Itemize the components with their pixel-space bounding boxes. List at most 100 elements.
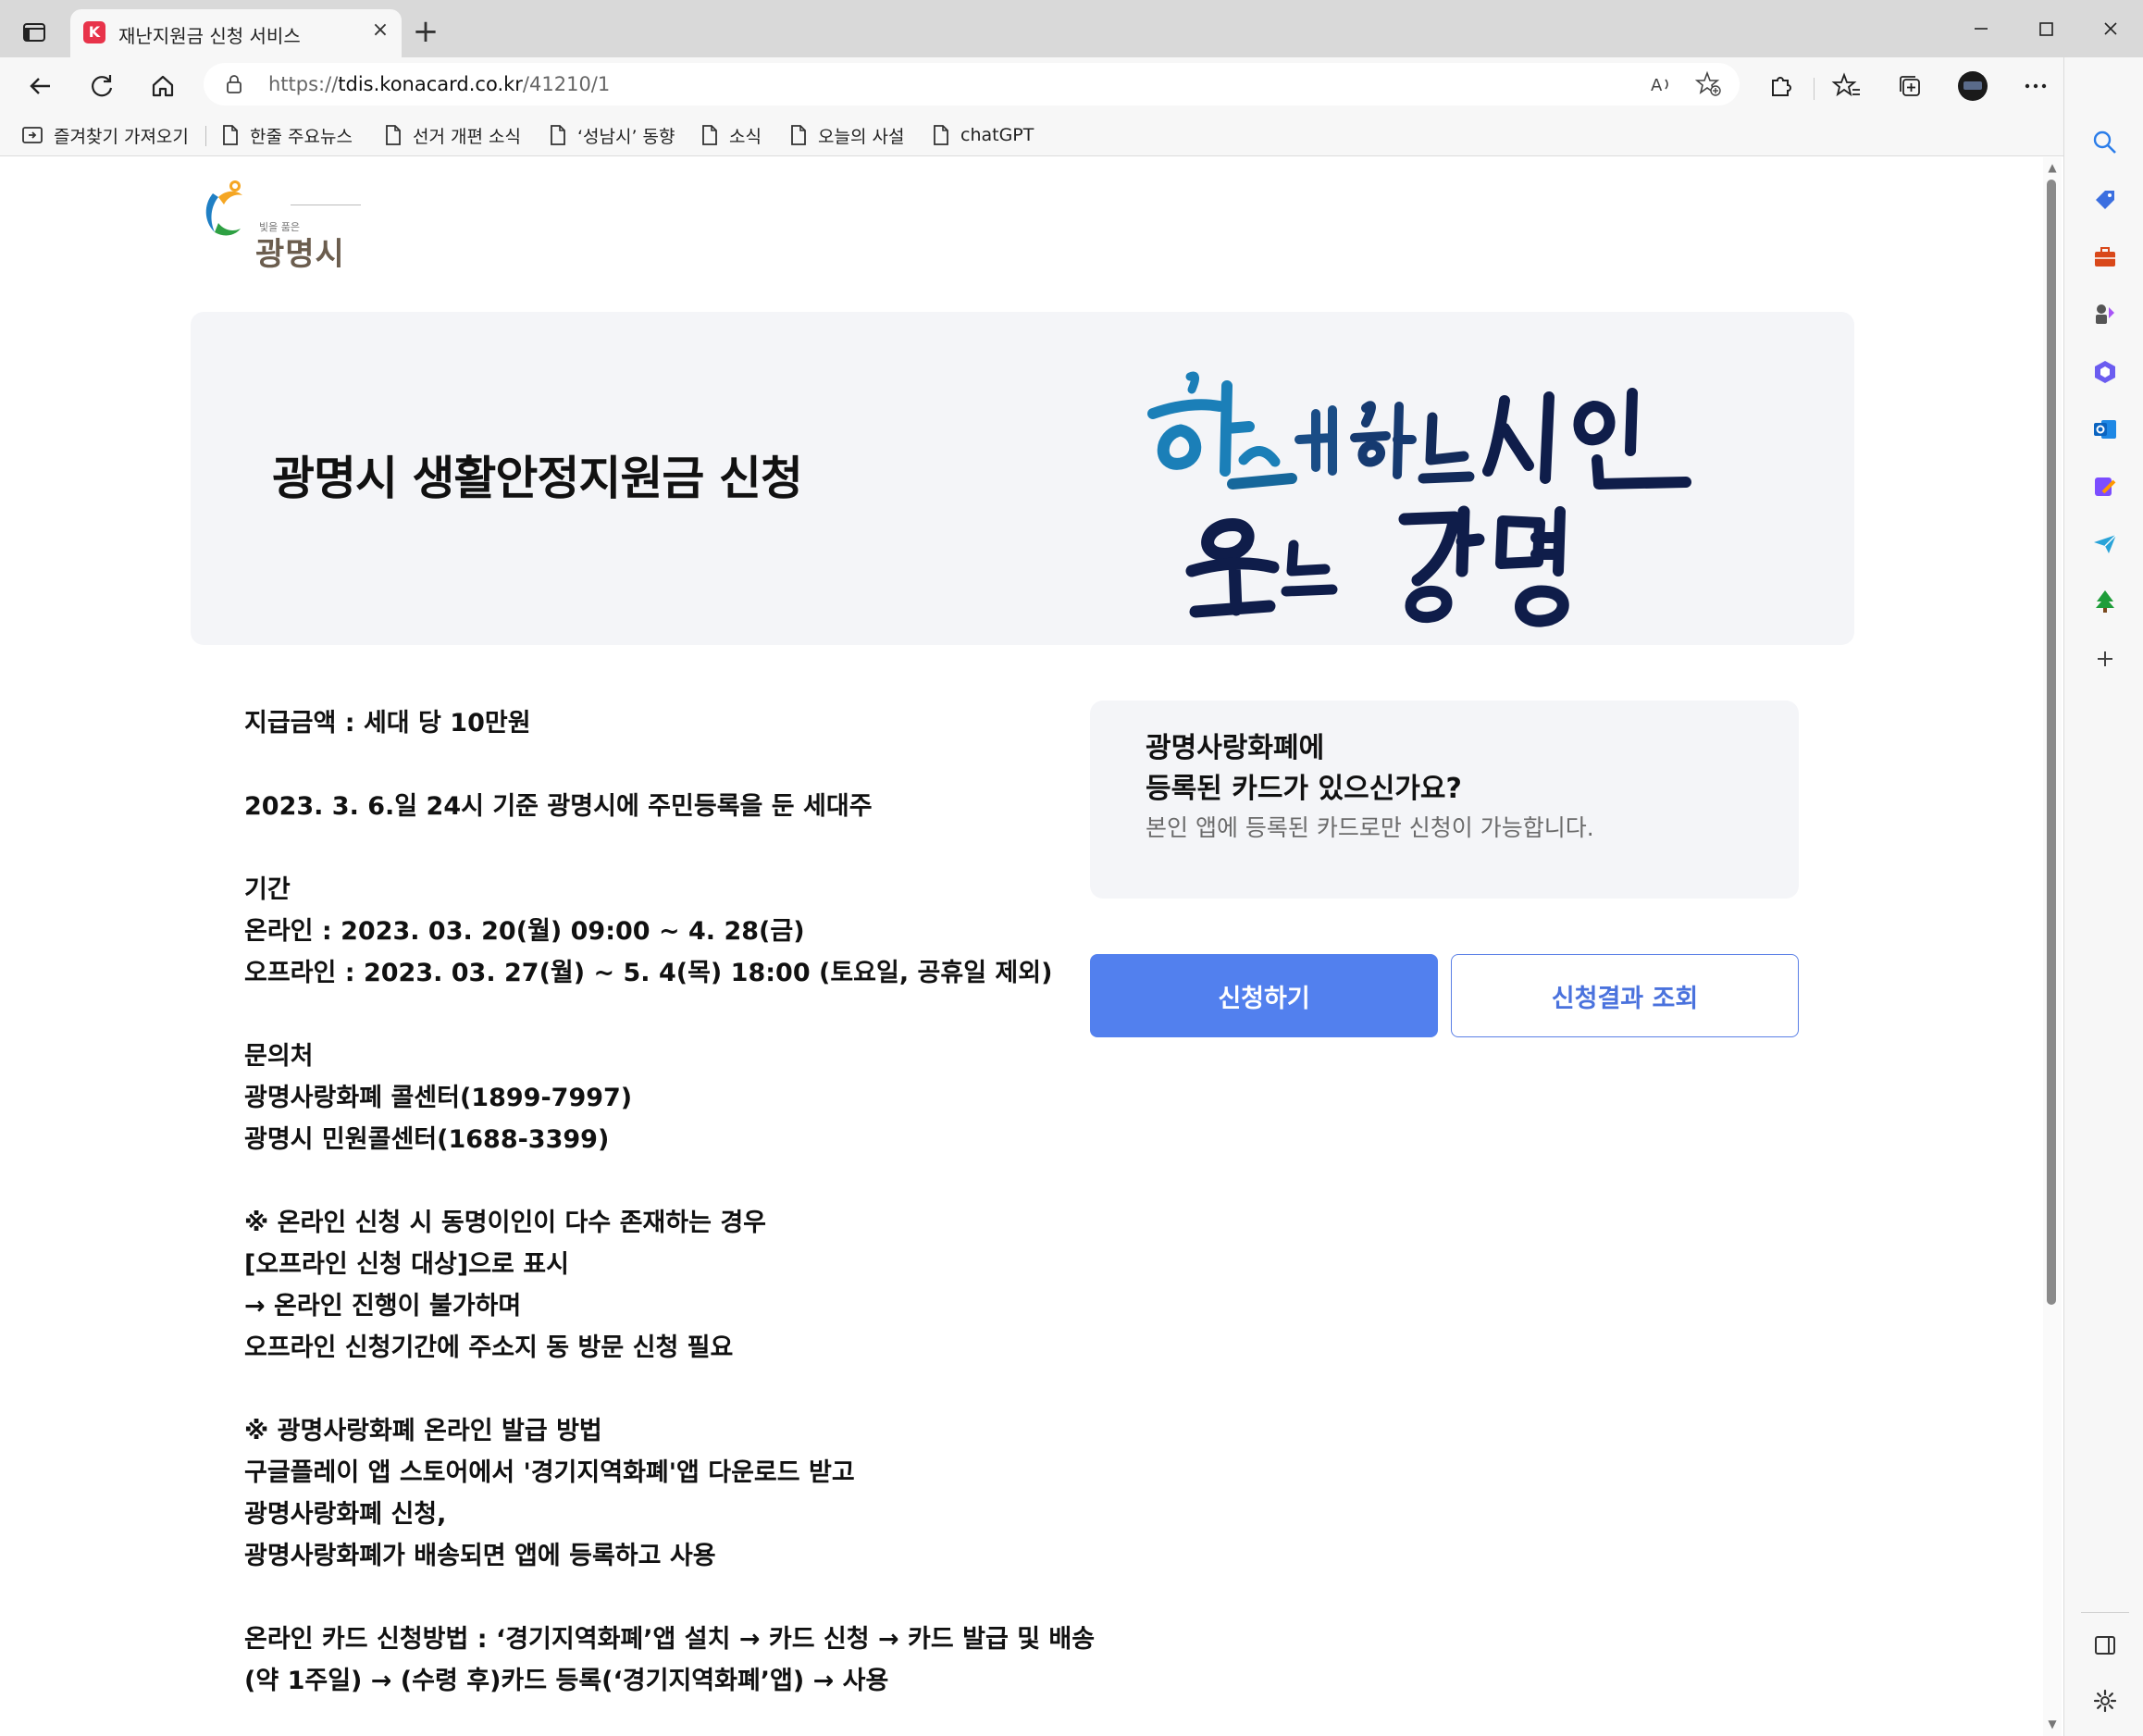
new-tab-button[interactable]: +: [407, 15, 444, 52]
url-text[interactable]: https://tdis.konacard.co.kr/41210/1: [268, 73, 610, 95]
page-icon: [220, 123, 241, 147]
close-tab-icon[interactable]: ×: [366, 17, 394, 44]
bookmark-import-favorites[interactable]: 즐겨찾기 가져오기: [20, 115, 189, 155]
import-favorites-icon: [20, 123, 44, 147]
card-note: 본인 앱에 등록된 카드로만 신청이 가능합니다.: [1146, 814, 1594, 841]
shopping-tag-icon[interactable]: [2090, 185, 2120, 215]
page-title: 광명시 생활안정지원금 신청: [272, 452, 803, 505]
add-sidebar-app-icon[interactable]: [2090, 644, 2120, 674]
lock-icon[interactable]: [222, 72, 246, 96]
bookmark-label: ‘성남시’ 동향: [577, 126, 675, 147]
calligraphy-slogan-image: [1134, 349, 1708, 636]
check-result-button[interactable]: 신청결과 조회: [1451, 954, 1799, 1037]
browser-tab[interactable]: K 재난지원금 신청 서비스 ×: [70, 9, 402, 57]
settings-gear-icon[interactable]: [2090, 1686, 2120, 1716]
bookmark-item[interactable]: ‘성남시’ 동향: [548, 115, 675, 155]
bookmark-label: 소식: [729, 126, 762, 147]
microsoft-365-icon[interactable]: [2090, 357, 2120, 387]
info-section: 지급금액 : 세대 당 10만원 2023. 3. 6.일 24시 기준 광명시…: [244, 702, 1095, 1702]
page-icon: [700, 123, 720, 147]
designer-icon[interactable]: [2090, 472, 2120, 502]
eligibility-text: 2023. 3. 6.일 24시 기준 광명시에 주민등록을 둔 세대주: [244, 792, 873, 821]
gwangmyeong-logo[interactable]: 빛을 품은 광명시: [198, 177, 365, 273]
registered-card-panel: 광명사랑화폐에 등록된 카드가 있으신가요? 본인 앱에 등록된 카드로만 신청…: [1090, 701, 1799, 899]
url-scheme: https://: [268, 73, 339, 95]
card-apply-method: (약 1주일) → (수령 후)카드 등록(‘경기지역화폐’앱) → 사용: [244, 1667, 889, 1695]
bookmarks-bar: 즐겨찾기 가져오기 한줄 주요뉴스 선거 개편 소식 ‘성남시’ 동향 소식 오…: [0, 115, 2143, 156]
card-question: 광명사랑화폐에: [1146, 732, 1325, 764]
favorites-icon[interactable]: [1830, 69, 1864, 103]
bookmark-item[interactable]: 오늘의 사설: [788, 115, 904, 155]
page-scrollbar[interactable]: ▲ ▼: [2043, 157, 2062, 1736]
card-question: 등록된 카드가 있으신가요?: [1146, 773, 1462, 805]
address-bar[interactable]: https://tdis.konacard.co.kr/41210/1 A: [204, 63, 1740, 105]
tools-briefcase-icon[interactable]: [2090, 242, 2120, 272]
scroll-up-arrow-icon[interactable]: ▲: [2045, 161, 2060, 176]
maximize-button[interactable]: [2030, 13, 2062, 44]
same-name-note: 오프라인 신청기간에 주소지 동 방문 신청 필요: [244, 1333, 734, 1362]
issue-method-note: 구글플레이 앱 스토어에서 '경기지역화폐'앱 다운로드 받고: [244, 1458, 855, 1487]
bookmark-item[interactable]: 선거 개편 소식: [383, 115, 521, 155]
refresh-icon[interactable]: [85, 69, 118, 103]
hero-banner: 광명시 생활안정지원금 신청: [191, 312, 1854, 645]
period-online: 온라인 : 2023. 03. 20(월) 09:00 ~ 4. 28(금): [244, 917, 805, 946]
outlook-icon[interactable]: [2090, 415, 2120, 444]
apply-button[interactable]: 신청하기: [1090, 954, 1438, 1037]
read-aloud-icon[interactable]: A: [1647, 70, 1675, 98]
page-icon: [548, 123, 568, 147]
title-bar: K 재난지원금 신청 서비스 × +: [0, 0, 2143, 57]
add-favorite-star-icon[interactable]: [1695, 70, 1723, 98]
scroll-down-arrow-icon[interactable]: ▼: [2045, 1717, 2060, 1732]
period-heading: 기간: [244, 875, 291, 904]
address-toolbar: https://tdis.konacard.co.kr/41210/1 A: [0, 57, 2143, 115]
konacard-favicon-icon: K: [83, 21, 105, 43]
bookmark-label: 즐겨찾기 가져오기: [54, 126, 189, 147]
back-arrow-icon[interactable]: [24, 69, 57, 103]
hide-sidebar-icon[interactable]: [2090, 1631, 2120, 1660]
period-offline: 오프라인 : 2023. 03. 27(월) ~ 5. 4(목) 18:00 (…: [244, 959, 1053, 987]
url-host: tdis.konacard.co.kr: [338, 73, 523, 95]
profile-avatar[interactable]: [1956, 69, 1989, 103]
bookmark-item[interactable]: 소식: [700, 115, 762, 155]
contact-call-center: 광명사랑화폐 콜센터(1899-7997): [244, 1084, 633, 1112]
sidebar-divider: [2081, 1612, 2129, 1613]
scroll-thumb[interactable]: [2047, 180, 2056, 1305]
page-icon: [383, 123, 403, 147]
tree-icon[interactable]: [2090, 587, 2120, 616]
bookmark-label: 한줄 주요뉴스: [250, 126, 353, 147]
same-name-note: → 온라인 진행이 불가하며: [244, 1292, 522, 1321]
tab-title: 재난지원금 신청 서비스: [118, 25, 301, 47]
contact-heading: 문의처: [244, 1042, 314, 1071]
web-page: 빛을 품은 광명시 광명시 생활안정지원금 신청 지급금액: 세대 당 10만…: [0, 156, 2041, 1736]
collections-icon[interactable]: [1893, 69, 1926, 103]
search-icon[interactable]: [2090, 128, 2120, 157]
url-path: /41210/1: [522, 73, 611, 95]
issue-method-note: ※ 광명사랑화폐 온라인 발급 방법: [244, 1417, 602, 1445]
bookmark-label: 선거 개편 소식: [413, 126, 521, 147]
contact-civil-center: 광명시 민원콜센터(1688-3399): [244, 1125, 610, 1154]
tab-actions-icon[interactable]: [20, 19, 48, 46]
page-icon: [931, 123, 951, 147]
same-name-note: ※ 온라인 신청 시 동명이인이 다수 존재하는 경우: [244, 1209, 767, 1237]
toolbar-divider: [1814, 78, 1815, 100]
bookmark-item[interactable]: chatGPT: [931, 115, 1034, 155]
bookmark-label: chatGPT: [960, 125, 1034, 145]
home-icon[interactable]: [146, 69, 180, 103]
bookmark-divider: [205, 126, 206, 146]
extensions-puzzle-icon[interactable]: [1764, 69, 1797, 103]
games-icon[interactable]: [2090, 300, 2120, 329]
close-window-button[interactable]: [2095, 13, 2126, 44]
issue-method-note: 광명사랑화폐가 배송되면 앱에 등록하고 사용: [244, 1542, 716, 1570]
minimize-button[interactable]: [1965, 13, 1997, 44]
svg-text:A: A: [1651, 76, 1663, 95]
page-icon: [788, 123, 809, 147]
bookmark-item[interactable]: 한줄 주요뉴스: [220, 115, 353, 155]
more-options-icon[interactable]: [2019, 69, 2052, 103]
send-drop-icon[interactable]: [2090, 529, 2120, 559]
